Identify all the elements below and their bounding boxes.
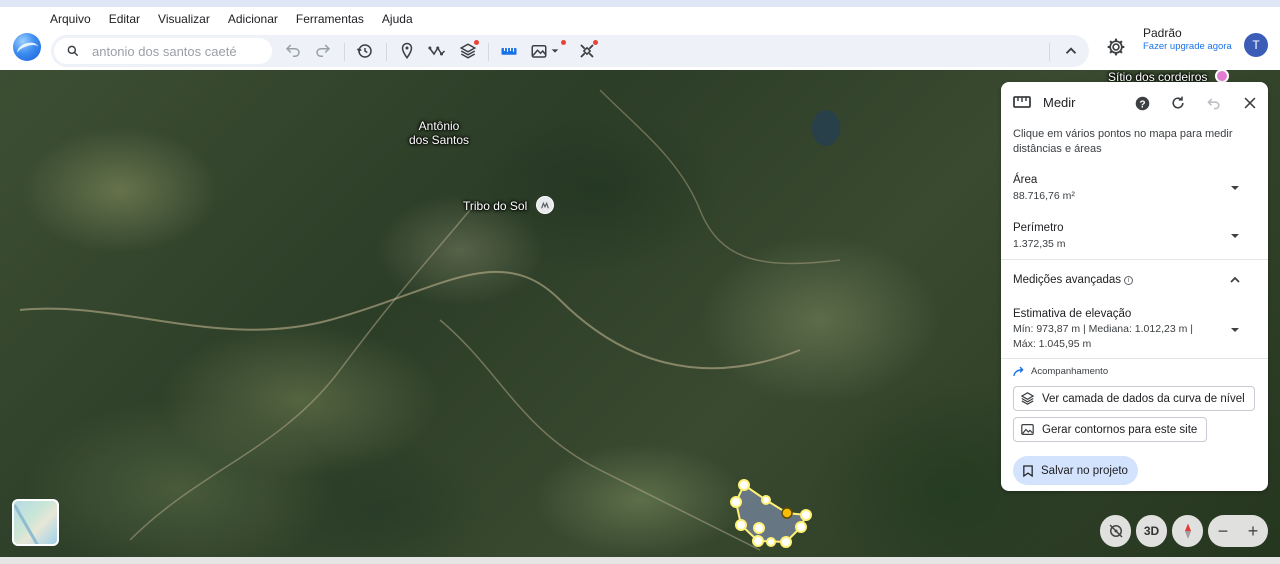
measure-panel: Medir ? Clique em vários pontos no mapa … — [1001, 82, 1268, 491]
polygon-vertex — [752, 535, 764, 547]
terrain-dropdown-icon[interactable] — [549, 41, 561, 61]
save-to-project-button[interactable]: Salvar no projeto — [1013, 456, 1138, 485]
no-location-icon[interactable] — [1100, 515, 1131, 547]
ruler-icon[interactable] — [499, 41, 519, 61]
menu-ferramentas[interactable]: Ferramentas — [296, 12, 364, 26]
bookmark-icon — [1023, 464, 1033, 477]
terrain-icon[interactable] — [529, 41, 549, 61]
polygon-vertex — [761, 495, 771, 505]
elevation-value: Mín: 973,87 m | Mediana: 1.012,23 m | Má… — [1013, 323, 1193, 350]
perimeter-expand-icon[interactable] — [1230, 231, 1240, 241]
upgrade-link[interactable]: Fazer upgrade agora — [1143, 41, 1232, 52]
measure-panel-header: Medir ? — [1001, 82, 1268, 124]
advanced-measurements-header[interactable]: Medições avançadas i — [1013, 274, 1134, 286]
refresh-icon[interactable] — [1168, 93, 1188, 113]
generate-contours-label: Gerar contornos para este site — [1042, 423, 1198, 436]
menu-bar: Arquivo Editar Visualizar Adicionar Ferr… — [50, 12, 413, 26]
zoom-in-button[interactable]: + — [1248, 521, 1259, 542]
app-header: Arquivo Editar Visualizar Adicionar Ferr… — [0, 7, 1280, 70]
close-icon[interactable] — [1240, 93, 1260, 113]
contour-layer-button[interactable]: Ver camada de dados da curva de nível — [1013, 386, 1255, 411]
gear-icon[interactable] — [1106, 37, 1126, 57]
divider — [1001, 259, 1268, 260]
followup-section: Acompanhamento — [1013, 366, 1108, 377]
zoom-controls: − + — [1208, 515, 1268, 547]
search-box — [54, 38, 272, 64]
zoom-out-button[interactable]: − — [1218, 521, 1229, 542]
profile-name: Padrão — [1143, 26, 1182, 40]
polygon-vertex — [800, 509, 812, 521]
contour-layer-label: Ver camada de dados da curva de nível — [1042, 392, 1245, 405]
avatar[interactable]: T — [1244, 33, 1268, 57]
polygon-vertex — [795, 521, 807, 533]
help-icon[interactable]: ? — [1132, 93, 1152, 113]
polygon-vertex — [753, 522, 765, 534]
app-logo-icon[interactable] — [13, 33, 41, 61]
menu-editar[interactable]: Editar — [109, 12, 140, 26]
perimeter-label: Perímetro — [1013, 222, 1064, 234]
followup-label: Acompanhamento — [1031, 366, 1109, 377]
menu-adicionar[interactable]: Adicionar — [228, 12, 278, 26]
divider — [1001, 358, 1268, 359]
svg-text:?: ? — [1139, 99, 1145, 110]
path-icon[interactable] — [427, 41, 447, 61]
area-label: Área — [1013, 174, 1038, 186]
ruler-icon — [1013, 96, 1031, 108]
elevation-label: Estimativa de elevação — [1013, 308, 1132, 320]
undo-point-icon[interactable] — [1204, 93, 1224, 113]
polygon-vertex — [780, 536, 792, 548]
elevation-expand-icon[interactable] — [1230, 325, 1240, 335]
status-strip — [0, 557, 1280, 564]
polygon-vertex — [735, 519, 747, 531]
menu-arquivo[interactable]: Arquivo — [50, 12, 91, 26]
minimap[interactable] — [12, 499, 59, 546]
poi-tribo-do-sol-icon[interactable] — [536, 196, 554, 214]
advanced-measurements-label: Medições avançadas — [1013, 274, 1122, 286]
menu-ajuda[interactable]: Ajuda — [382, 12, 413, 26]
save-to-project-label: Salvar no projeto — [1041, 464, 1128, 477]
generate-contours-button[interactable]: Gerar contornos para este site — [1013, 417, 1208, 442]
history-icon[interactable] — [355, 41, 375, 61]
search-input[interactable] — [92, 41, 264, 61]
undo-icon[interactable] — [283, 41, 303, 61]
search-icon[interactable] — [66, 44, 80, 58]
placemark-icon[interactable] — [397, 41, 417, 61]
toolbar — [51, 35, 1089, 67]
layers-icon — [1021, 392, 1034, 405]
terrain-icon — [1021, 424, 1034, 435]
polygon-vertex — [738, 479, 750, 491]
polygon-active-vertex — [781, 507, 793, 519]
top-strip — [0, 0, 1280, 7]
chevron-up-icon[interactable] — [1230, 275, 1240, 285]
perimeter-value: 1.372,35 m — [1013, 238, 1066, 250]
polygon-vertex — [766, 537, 776, 547]
polygon-vertex — [730, 496, 742, 508]
compass-icon[interactable] — [1172, 515, 1203, 547]
map-label-tribo-do-sol[interactable]: Tribo do Sol — [463, 199, 527, 213]
share-arrow-icon — [1013, 366, 1024, 377]
info-icon[interactable]: i — [1124, 276, 1134, 285]
panel-title: Medir — [1043, 95, 1076, 110]
measured-polygon[interactable] — [734, 483, 808, 544]
measure-instruction: Clique em vários pontos no mapa para med… — [1013, 128, 1233, 155]
area-expand-icon[interactable] — [1230, 183, 1240, 193]
redo-icon[interactable] — [313, 41, 333, 61]
map-label-antonio-dos-santos[interactable]: Antônio dos Santos — [400, 119, 478, 147]
area-value: 88.716,76 m² — [1013, 190, 1075, 202]
menu-visualizar[interactable]: Visualizar — [158, 12, 210, 26]
3d-toggle-button[interactable]: 3D — [1136, 515, 1167, 547]
chevron-up-icon[interactable] — [1061, 41, 1081, 61]
